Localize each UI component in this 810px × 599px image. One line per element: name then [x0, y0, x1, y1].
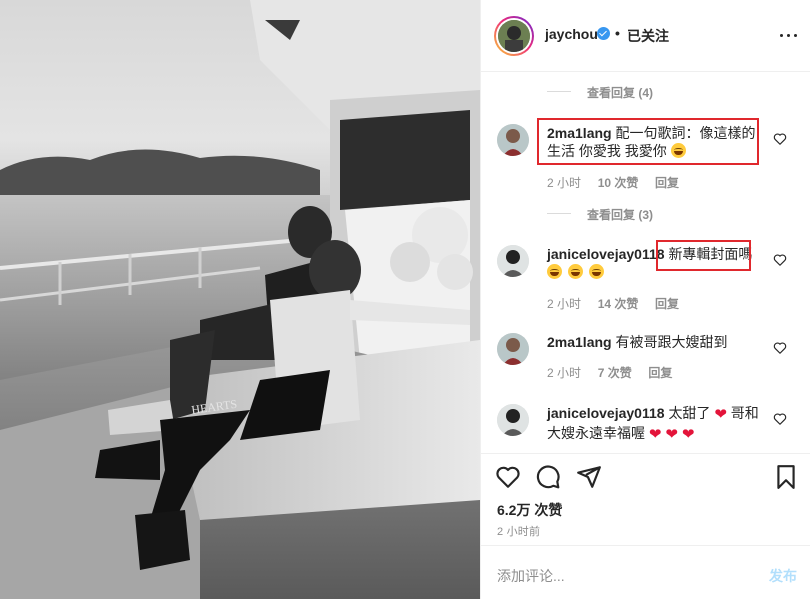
add-comment-bar: 添加评论... 发布	[481, 545, 810, 599]
avatar-image	[497, 333, 529, 365]
commenter-avatar[interactable]	[497, 245, 529, 277]
comment-icon[interactable]	[535, 464, 561, 490]
following-button[interactable]: 已关注	[627, 26, 669, 46]
commenter-username[interactable]: janicelovejay0118	[547, 405, 665, 421]
comment-time: 2 小时	[547, 176, 582, 190]
post-comment-button[interactable]: 发布	[769, 566, 797, 586]
annotation-box	[537, 118, 759, 165]
commenter-avatar[interactable]	[497, 124, 529, 156]
avatar-image	[498, 20, 530, 52]
avatar-image	[497, 245, 529, 277]
grinning-face-icon	[588, 264, 604, 279]
comment-item: 2ma1lang 有被哥跟大嫂甜到 2 小时 7 次赞 回复	[497, 333, 797, 383]
comment-meta: 2 小时 14 次赞 回复	[547, 295, 679, 312]
annotation-box	[656, 240, 751, 271]
grinning-face-icon	[567, 264, 583, 279]
add-comment-input[interactable]: 添加评论...	[497, 566, 565, 586]
heart-emoji-icon: ❤	[665, 426, 678, 443]
avatar-image	[497, 124, 529, 156]
post-timestamp[interactable]: 2 小时前	[497, 523, 540, 539]
reply-button[interactable]: 回复	[648, 366, 672, 380]
heart-emoji-icon: ❤	[648, 426, 662, 443]
comment-likes[interactable]: 7 次赞	[598, 366, 632, 380]
like-comment-icon[interactable]	[773, 132, 787, 146]
avatar[interactable]	[498, 20, 530, 52]
like-post-icon[interactable]	[495, 464, 521, 490]
grinning-face-icon	[547, 264, 562, 279]
comment-text: janicelovejay0118 太甜了 ❤ 哥和大嫂永遠幸福喔 ❤ ❤ ❤	[547, 405, 759, 443]
post-image: HEARTS	[0, 0, 480, 599]
post-header: jaychou • 已关注	[481, 0, 810, 72]
reply-button[interactable]: 回复	[655, 176, 679, 190]
post-photo[interactable]: HEARTS	[0, 0, 480, 599]
comment-item: janicelovejay0118 太甜了 ❤ 哥和大嫂永遠幸福喔 ❤ ❤ ❤	[497, 404, 797, 444]
commenter-username[interactable]: 2ma1lang	[547, 334, 612, 350]
save-bookmark-icon[interactable]	[773, 464, 799, 490]
commenter-username[interactable]: janicelovejay0118	[547, 246, 665, 262]
comment-text: 2ma1lang 有被哥跟大嫂甜到	[547, 334, 728, 350]
reply-divider	[547, 213, 571, 214]
verified-badge-icon	[597, 27, 610, 40]
like-comment-icon[interactable]	[773, 341, 787, 355]
comment-item: janicelovejay0118 新專輯封面嗎 2 小时 14 次赞 回复	[497, 245, 797, 313]
separator-dot: •	[615, 25, 620, 41]
more-options-icon[interactable]	[779, 26, 799, 46]
comment-meta: 2 小时 7 次赞 回复	[547, 364, 672, 381]
comment-time: 2 小时	[547, 366, 582, 380]
post-author-username[interactable]: jaychou	[545, 26, 598, 42]
comment-likes[interactable]: 10 次赞	[598, 176, 639, 190]
heart-emoji-icon: ❤	[681, 426, 695, 443]
reply-divider	[547, 91, 571, 92]
heart-emoji-icon: ❤	[714, 406, 727, 423]
like-comment-icon[interactable]	[773, 412, 787, 426]
commenter-avatar[interactable]	[497, 333, 529, 365]
post-actions: 6.2万 次赞 2 小时前	[481, 453, 810, 545]
commenter-avatar[interactable]	[497, 404, 529, 436]
reply-button[interactable]: 回复	[655, 297, 679, 311]
like-count[interactable]: 6.2万 次赞	[497, 500, 562, 520]
share-icon[interactable]	[576, 464, 602, 490]
comments-panel: jaychou • 已关注 查看回复 (4) 2ma1lang 配一句歌詞：像這…	[480, 0, 810, 599]
comment-time: 2 小时	[547, 297, 582, 311]
comment-meta: 2 小时 10 次赞 回复	[547, 174, 679, 191]
like-comment-icon[interactable]	[773, 253, 787, 267]
story-ring[interactable]	[494, 16, 534, 56]
avatar-image	[497, 404, 529, 436]
comment-likes[interactable]: 14 次赞	[598, 297, 639, 311]
